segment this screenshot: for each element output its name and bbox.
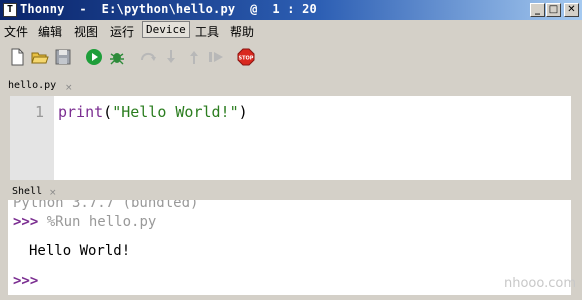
menu-device[interactable]: Device (142, 21, 190, 38)
stop-icon[interactable]: STOP (237, 48, 255, 66)
maximize-button[interactable]: □ (546, 3, 561, 17)
shell-console[interactable]: Python 3.7.7 (bundled) >>> %Run hello.py… (8, 200, 571, 295)
step-over-icon (141, 52, 156, 61)
stop-icon-label: STOP (239, 56, 254, 62)
menu-view[interactable]: 视图 (74, 23, 98, 40)
line-number-gutter: 1 (10, 96, 54, 180)
menu-help[interactable]: 帮助 (230, 23, 254, 40)
menu-bar: 文件 编辑 视图 运行 Device 工具 帮助 (0, 20, 582, 40)
run-icon[interactable] (85, 48, 103, 66)
new-icon[interactable] (8, 48, 26, 66)
editor-tab[interactable]: hello.py (8, 80, 56, 96)
shell-prompt: >>> (13, 214, 39, 230)
save-icon[interactable] (54, 48, 72, 66)
resume-icon (209, 52, 223, 62)
shell-tab-close-icon[interactable]: × (49, 188, 57, 198)
shell-tab-label[interactable]: Shell (12, 186, 42, 197)
menu-tools[interactable]: 工具 (195, 23, 219, 40)
thonny-app-icon: T (3, 3, 17, 17)
open-icon[interactable] (31, 48, 49, 66)
editor-tab-close-icon[interactable]: × (65, 83, 73, 93)
watermark: nhooo.com (503, 276, 576, 291)
menu-run[interactable]: 运行 (110, 23, 134, 40)
shell-run-command: %Run hello.py (46, 214, 157, 230)
shell-input-prompt: >>> (13, 273, 39, 289)
code-string-literal: "Hello World!" (112, 103, 239, 121)
shell-run-line: >>> %Run hello.py (13, 214, 156, 230)
toolbar: STOP (0, 42, 582, 72)
menu-edit[interactable]: 编辑 (38, 23, 62, 40)
shell-input-line[interactable]: >>> (13, 273, 38, 289)
menu-file[interactable]: 文件 (4, 23, 28, 40)
line-number: 1 (34, 103, 44, 121)
code-line[interactable]: print("Hello World!") (58, 103, 248, 121)
minimize-button[interactable]: _ (530, 3, 545, 17)
code-editor[interactable]: 1 print("Hello World!") (10, 96, 571, 180)
code-builtin-print: print (58, 103, 104, 121)
code-open-paren: ( (103, 103, 113, 121)
title-bar: T Thonny - E:\python\hello.py @ 1 : 20 _… (0, 0, 582, 20)
step-out-icon (190, 51, 198, 64)
shell-banner: Python 3.7.7 (bundled) (13, 200, 199, 211)
debug-icon[interactable] (108, 48, 126, 66)
shell-output: Hello World! (29, 243, 131, 259)
code-close-paren: ) (238, 103, 248, 121)
editor-tab-label: hello.py (8, 80, 57, 91)
window-title: Thonny - E:\python\hello.py @ 1 : 20 (20, 2, 317, 16)
close-button[interactable]: ✕ (564, 3, 579, 17)
step-into-icon (167, 50, 175, 63)
